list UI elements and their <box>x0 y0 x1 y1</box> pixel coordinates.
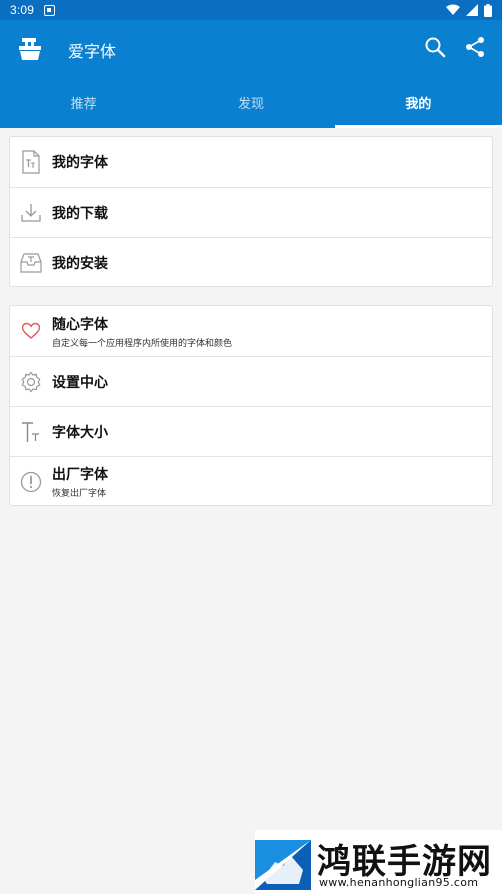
menu-item-my-installs[interactable]: 我的安装 <box>10 237 492 287</box>
menu-item-custom-font[interactable]: 随心字体 自定义每一个应用程序内所使用的字体和颜色 <box>10 306 492 356</box>
tab-recommend[interactable]: 推荐 <box>0 76 167 128</box>
tab-bar: 推荐 发现 我的 <box>0 76 502 128</box>
menu-item-my-fonts[interactable]: 我的字体 <box>10 137 492 187</box>
download-icon <box>21 203 41 222</box>
font-file-icon <box>22 150 40 174</box>
menu-item-subtitle: 恢复出厂字体 <box>52 489 107 499</box>
wifi-icon <box>446 4 460 15</box>
my-section-card: 我的字体 我的下载 我的安装 <box>9 136 493 287</box>
share-icon[interactable] <box>464 36 486 58</box>
menu-item-label: 我的字体 <box>52 155 108 171</box>
search-icon[interactable] <box>424 36 446 58</box>
app-title: 爱字体 <box>68 42 117 61</box>
app-logo-icon <box>19 38 41 60</box>
notification-icon <box>44 4 56 16</box>
menu-item-label: 字体大小 <box>52 424 108 441</box>
inbox-icon <box>20 252 42 273</box>
menu-item-label: 我的安装 <box>52 255 108 272</box>
menu-item-settings[interactable]: 设置中心 <box>10 356 492 406</box>
watermark-logo-icon <box>255 840 311 890</box>
menu-item-my-downloads[interactable]: 我的下载 <box>10 187 492 237</box>
battery-icon <box>484 3 492 17</box>
gear-icon <box>21 371 41 392</box>
signal-icon <box>466 4 478 16</box>
settings-section-card: 随心字体 自定义每一个应用程序内所使用的字体和颜色 设置中心 字体大小 出厂字体… <box>9 305 493 506</box>
tab-discover[interactable]: 发现 <box>167 76 334 128</box>
alert-circle-icon <box>20 471 42 492</box>
app-bar: 爱字体 <box>0 20 502 76</box>
watermark: 鸿联手游网 www.henanhonglian95.com <box>255 830 502 894</box>
menu-item-factory-font[interactable]: 出厂字体 恢复出厂字体 <box>10 456 492 506</box>
heart-icon <box>21 322 41 339</box>
menu-item-label: 我的下载 <box>52 205 108 222</box>
menu-item-label: 出厂字体 <box>52 467 108 483</box>
status-bar: 3:09 <box>0 0 502 20</box>
status-icons <box>446 3 492 17</box>
menu-item-font-size[interactable]: 字体大小 <box>10 406 492 456</box>
watermark-url: www.henanhonglian95.com <box>319 876 479 889</box>
menu-item-label: 设置中心 <box>52 374 108 391</box>
tab-mine[interactable]: 我的 <box>334 76 502 128</box>
text-size-icon <box>22 421 39 442</box>
status-time: 3:09 <box>10 3 35 17</box>
menu-item-subtitle: 自定义每一个应用程序内所使用的字体和颜色 <box>52 338 233 349</box>
menu-item-label: 随心字体 <box>52 316 108 333</box>
